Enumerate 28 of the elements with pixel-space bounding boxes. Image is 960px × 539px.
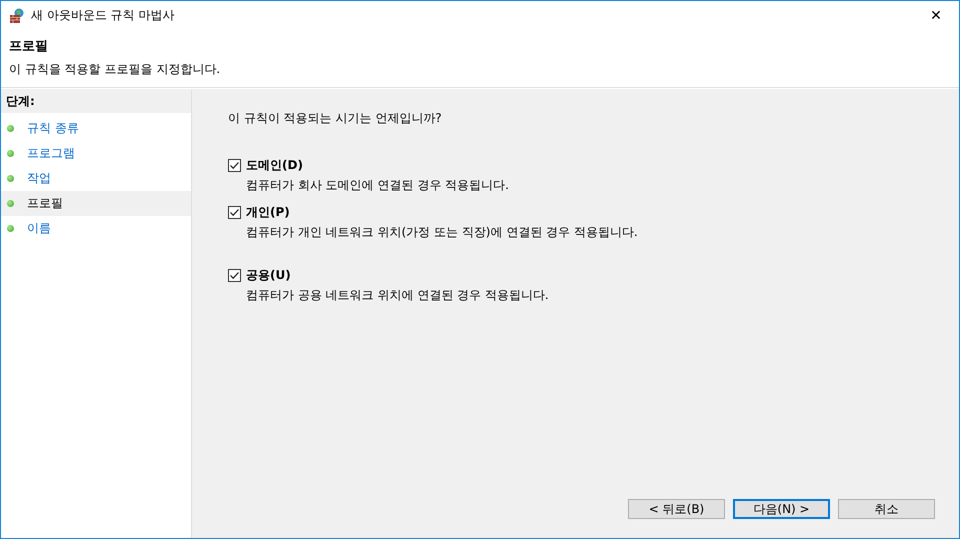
window-title: 새 아웃바운드 규칙 마법사 xyxy=(31,7,176,24)
option-description: 컴퓨터가 공용 네트워크 위치에 연결된 경우 적용됩니다. xyxy=(246,287,550,304)
step-item[interactable]: 작업 xyxy=(1,166,191,191)
option-description: 컴퓨터가 회사 도메인에 연결된 경우 적용됩니다. xyxy=(246,177,510,194)
status-dot-icon xyxy=(7,175,14,182)
dialog-button[interactable]: < 뒤로(B) xyxy=(628,499,725,519)
step-item[interactable]: 규칙 종류 xyxy=(1,116,191,141)
checkbox[interactable] xyxy=(228,206,241,219)
step-item[interactable]: 이름 xyxy=(1,216,191,241)
status-dot-icon xyxy=(7,225,14,232)
status-dot-icon xyxy=(7,200,14,207)
option-description: 컴퓨터가 개인 네트워크 위치(가정 또는 직장)에 연결된 경우 적용됩니다. xyxy=(246,224,639,241)
status-dot-icon xyxy=(7,125,14,132)
steps-heading: 단계: xyxy=(1,90,191,113)
page-subtitle: 이 규칙을 적용할 프로필을 지정합니다. xyxy=(9,61,222,78)
checkbox-label[interactable]: 도메인(D) xyxy=(246,157,303,174)
checkbox[interactable] xyxy=(228,269,241,282)
page-title: 프로필 xyxy=(9,38,49,55)
checkbox-label[interactable]: 개인(P) xyxy=(246,204,290,221)
firewall-icon xyxy=(9,8,25,24)
dialog-button[interactable]: 다음(N) > xyxy=(733,499,830,519)
dialog-button[interactable]: 취소 xyxy=(838,499,935,519)
checkbox[interactable] xyxy=(228,159,241,172)
step-item[interactable]: 프로필 xyxy=(1,191,191,216)
step-item[interactable]: 프로그램 xyxy=(1,141,191,166)
status-dot-icon xyxy=(7,150,14,157)
checkbox-label[interactable]: 공용(U) xyxy=(246,267,291,284)
question-text: 이 규칙이 적용되는 시기는 언제입니까? xyxy=(228,110,443,127)
